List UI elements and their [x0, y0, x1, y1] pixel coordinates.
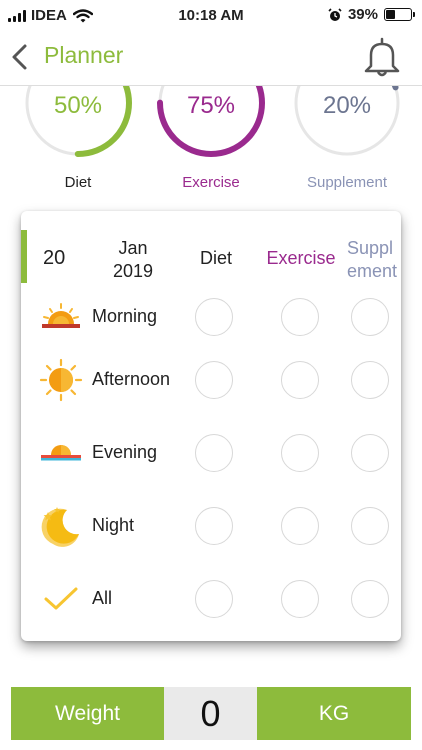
- row-label-night: Night: [92, 515, 135, 535]
- column-exercise: Exercise: [266, 248, 336, 268]
- row-label-afternoon: Afternoon: [92, 369, 171, 389]
- alarm-icon: [328, 7, 342, 21]
- date-accent-bar: [21, 230, 27, 283]
- sunset-icon: [41, 445, 81, 461]
- checkmark-icon: [44, 587, 78, 610]
- supplement-progress-ring: 20%: [292, 85, 402, 158]
- nav-bar: Planner: [0, 30, 422, 86]
- diet-progress-ring: 50%: [23, 85, 133, 158]
- supplement-afternoon-toggle[interactable]: [351, 361, 389, 399]
- exercise-morning-toggle[interactable]: [281, 298, 319, 336]
- year-label: 2019: [112, 261, 154, 281]
- exercise-progress-ring: 75%: [156, 85, 266, 158]
- exercise-night-toggle[interactable]: [281, 507, 319, 545]
- sun-icon: [39, 358, 83, 402]
- row-afternoon: Afternoon: [21, 358, 401, 402]
- unit-button[interactable]: KG: [257, 687, 411, 740]
- diet-evening-toggle[interactable]: [195, 434, 233, 472]
- progress-summary: 50% 75% 20% Diet Exercise Supplement: [0, 85, 422, 200]
- diet-label: Diet: [64, 174, 92, 191]
- exercise-all-toggle[interactable]: [281, 580, 319, 618]
- month-year: Jan 2019: [103, 237, 163, 283]
- weight-button[interactable]: Weight: [11, 687, 164, 740]
- supplement-evening-toggle[interactable]: [351, 434, 389, 472]
- battery-icon: [384, 8, 415, 21]
- supplement-label: Supplement: [306, 174, 388, 191]
- supplement-night-toggle[interactable]: [351, 507, 389, 545]
- battery-percent: 39%: [347, 6, 378, 23]
- diet-morning-toggle[interactable]: [195, 298, 233, 336]
- column-supplement-line1: Suppl: [347, 238, 394, 258]
- column-diet: Diet: [199, 248, 232, 268]
- column-supplement-line2: ement: [347, 261, 398, 281]
- exercise-evening-toggle[interactable]: [281, 434, 319, 472]
- row-label-morning: Morning: [92, 306, 158, 326]
- row-evening: Evening: [21, 431, 401, 475]
- row-label-evening: Evening: [92, 442, 158, 462]
- bell-icon[interactable]: [362, 36, 402, 78]
- sunrise-icon: [42, 303, 80, 328]
- supplement-morning-toggle[interactable]: [351, 298, 389, 336]
- row-label-all: All: [92, 588, 113, 608]
- diet-night-toggle[interactable]: [195, 507, 233, 545]
- planner-card: 20 Jan 2019 Diet Exercise Suppl ement Mo…: [21, 211, 401, 641]
- weight-value[interactable]: 0: [164, 687, 257, 740]
- moon-stars-icon: [41, 507, 79, 547]
- weight-bar: Weight 0 KG: [11, 687, 411, 740]
- exercise-percent: 75%: [186, 92, 236, 119]
- row-night: Night: [21, 504, 401, 548]
- diet-percent: 50%: [53, 92, 103, 119]
- exercise-label: Exercise: [182, 174, 240, 191]
- row-morning: Morning: [21, 295, 401, 339]
- back-chevron-icon[interactable]: [8, 42, 32, 72]
- supplement-all-toggle[interactable]: [351, 580, 389, 618]
- day-number: 20: [43, 247, 66, 269]
- diet-afternoon-toggle[interactable]: [195, 361, 233, 399]
- diet-all-toggle[interactable]: [195, 580, 233, 618]
- supplement-percent: 20%: [322, 92, 372, 119]
- month-label: Jan: [118, 238, 148, 258]
- page-title: Planner: [44, 42, 124, 68]
- exercise-afternoon-toggle[interactable]: [281, 361, 319, 399]
- row-all: All: [21, 577, 401, 621]
- status-bar: IDEA 10:18 AM 39%: [0, 0, 422, 30]
- column-supplement: Suppl ement: [347, 237, 399, 283]
